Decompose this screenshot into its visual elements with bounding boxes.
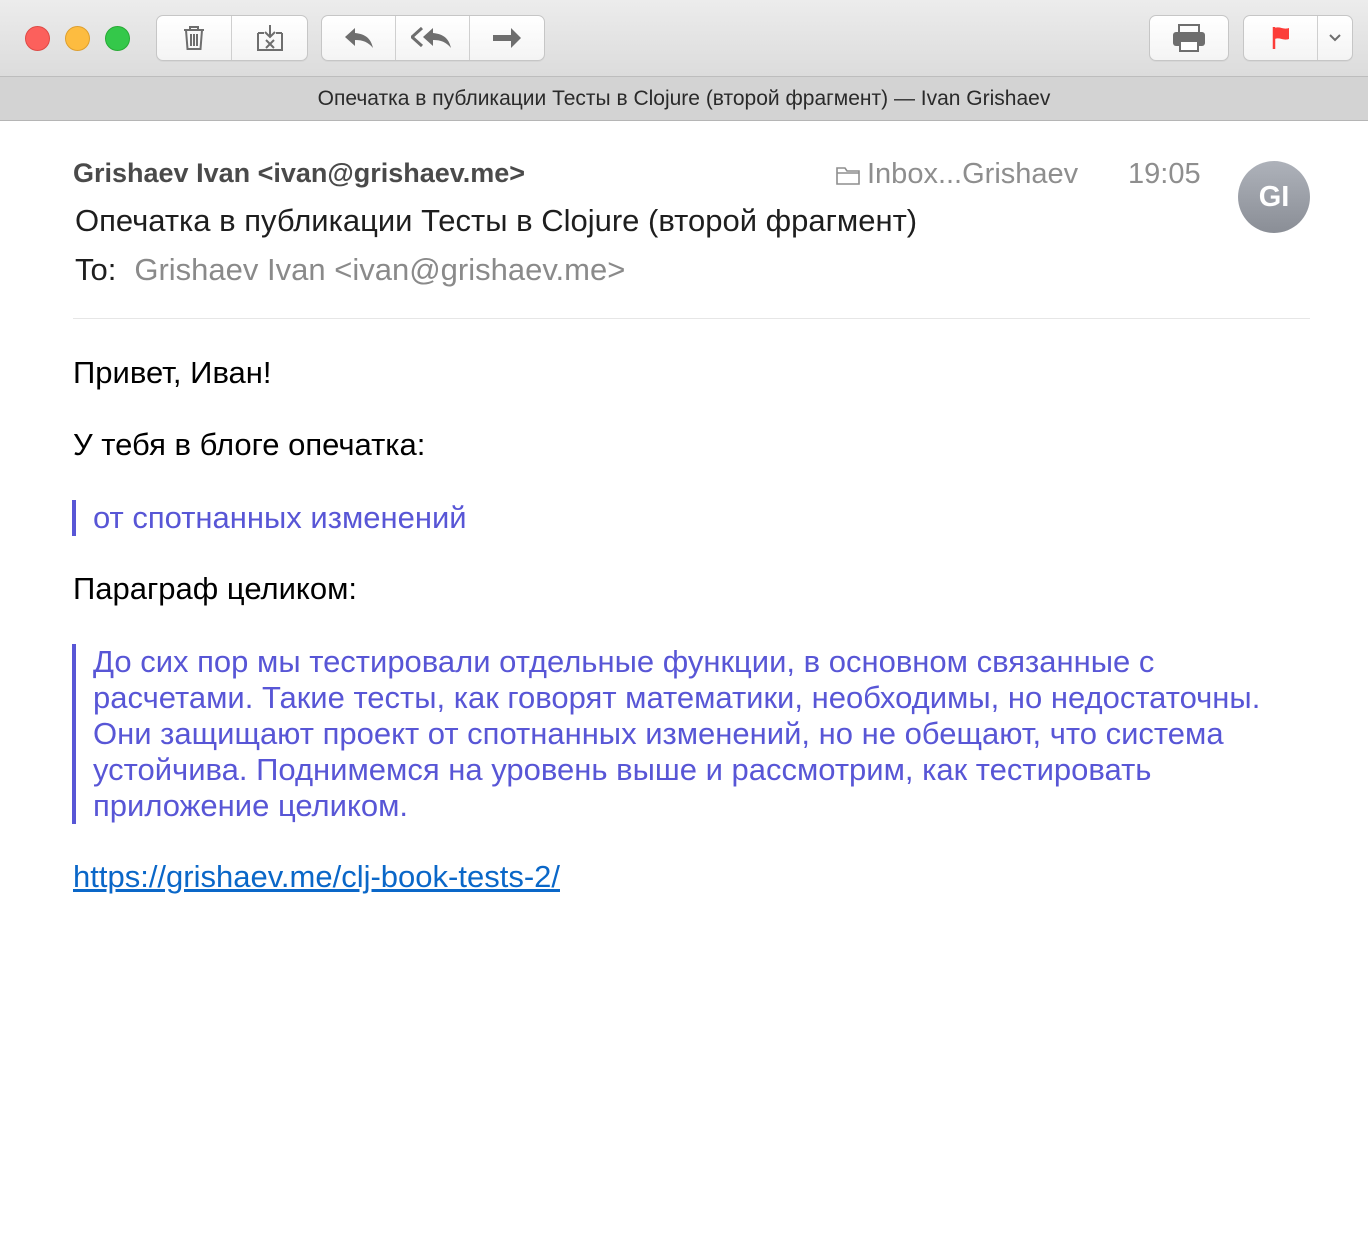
trash-icon [184,26,204,50]
print-group [1149,15,1229,61]
post-link[interactable]: https://grishaev.me/clj-book-tests-2/ [73,859,560,895]
body-line-1: У тебя в блоге опечатка: [73,427,426,462]
junk-icon [256,25,283,51]
avatar: GI [1238,161,1310,233]
reply-all-button[interactable] [396,16,470,60]
message-time: 19:05 [1128,158,1201,190]
delete-junk-group [156,15,308,61]
forward-icon [493,28,521,48]
flag-icon [1272,27,1289,49]
header-divider [73,318,1310,319]
body-line-2: Параграф целиком: [73,571,358,606]
close-window-button[interactable] [25,26,50,51]
flag-button[interactable] [1244,16,1318,60]
reply-forward-group [321,15,545,61]
avatar-initials: GI [1258,180,1290,213]
toolbar [0,0,1368,76]
message-subject: Опечатка в публикации Тесты в Clojure (в… [75,203,918,238]
quote-block-2: До сих пор мы тестировали отдельные функ… [72,644,1312,824]
print-button[interactable] [1150,16,1228,60]
window-title: Опечатка в публикации Тесты в Clojure (в… [0,76,1368,121]
minimize-window-button[interactable] [65,26,90,51]
mailbox-label[interactable]: Inbox...Grishaev [835,158,1078,191]
zoom-window-button[interactable] [105,26,130,51]
flag-menu-button[interactable] [1318,16,1352,60]
reply-icon [344,28,373,48]
to-label: To: [75,252,117,287]
sender-name[interactable]: Grishaev Ivan <ivan@grishaev.me> [73,158,525,189]
greeting-text: Привет, Иван! [73,355,272,390]
flag-group [1243,15,1353,61]
reply-all-icon [410,26,451,48]
recipient-row: To: Grishaev Ivan <ivan@grishaev.me> [75,252,625,288]
quote-block-1: от спотнанных изменений [72,500,467,536]
recipient-address[interactable]: Grishaev Ivan <ivan@grishaev.me> [134,252,625,287]
delete-button[interactable] [157,16,232,60]
junk-button[interactable] [232,16,307,60]
forward-button[interactable] [470,16,544,60]
reply-button[interactable] [322,16,396,60]
print-icon [1173,24,1205,52]
chevron-down-icon [1329,34,1341,42]
folder-icon [836,166,860,185]
mailbox-name: Inbox...Grishaev [867,158,1079,190]
